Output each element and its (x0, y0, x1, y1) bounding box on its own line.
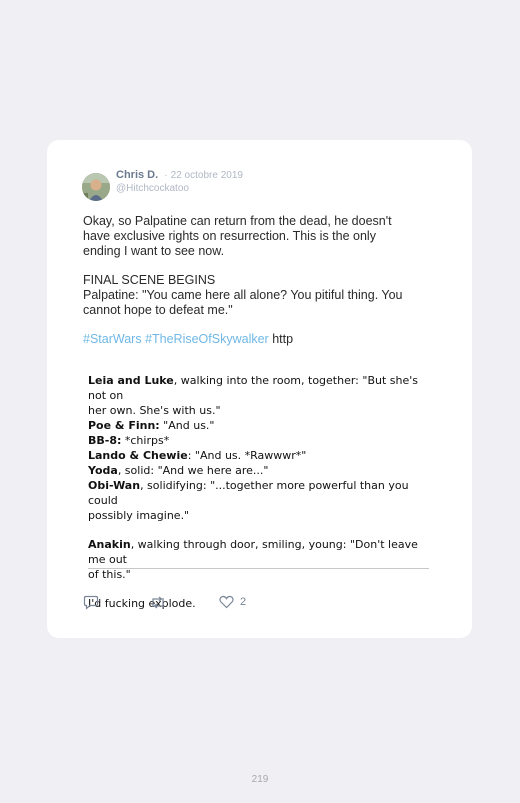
hashtag-theriseofskywalker[interactable]: #TheRiseOfSkywalker (145, 332, 269, 346)
avatar[interactable] (82, 173, 110, 201)
tweet-line: cannot hope to defeat me." (83, 303, 233, 317)
quote-text: , walking into the room, together: (173, 374, 363, 387)
reply-button[interactable] (83, 595, 99, 610)
tweet-line: ending I want to see now. (83, 244, 225, 258)
quote-text: : "And us. *Rawwwr*" (187, 449, 307, 462)
reply-icon (83, 595, 99, 610)
quote-text: , solid: "And we here are..." (117, 464, 269, 477)
quote-line: her own. She's with us." (88, 403, 428, 418)
tweet-card: Chris D. · 22 octobre 2019 @Hitchcockato… (47, 140, 472, 638)
retweet-icon (149, 595, 167, 610)
quote-speaker: Leia and Luke (88, 374, 174, 387)
quote-line: Anakin, walking through door, smiling, y… (88, 537, 428, 567)
quote-speaker: Yoda (88, 464, 118, 477)
tweet-paragraph: FINAL SCENE BEGINS Palpatine: "You came h… (83, 273, 443, 318)
author-name-row: Chris D. · 22 octobre 2019 (116, 169, 243, 181)
tweet-date[interactable]: 22 octobre 2019 (171, 170, 243, 181)
author-handle[interactable]: @Hitchcockatoo (116, 183, 189, 194)
tweet-link[interactable]: http (272, 332, 293, 346)
quote-text: , walking through door, smiling, young: … (88, 538, 418, 566)
divider (88, 568, 429, 569)
tweet-tags-line: #StarWars #TheRiseOfSkywalker http (83, 332, 443, 347)
page-number: 219 (251, 774, 269, 785)
separator: · (164, 170, 168, 181)
quote-text: "And us." (159, 419, 215, 432)
quote-speaker: BB-8: (88, 434, 122, 447)
quote-line: of this." (88, 567, 428, 582)
like-button[interactable]: 2 (219, 595, 246, 609)
author-name[interactable]: Chris D. (116, 169, 158, 181)
hashtag-starwars[interactable]: #StarWars (83, 332, 142, 346)
quote-text: her own. She's with us." (88, 404, 221, 417)
quote-speaker: Obi-Wan (88, 479, 141, 492)
embedded-image-text: Leia and Luke, walking into the room, to… (88, 373, 428, 611)
tweet-line: FINAL SCENE BEGINS (83, 273, 216, 287)
tweet-line: Okay, so Palpatine can return from the d… (83, 214, 392, 228)
quote-gap (88, 523, 428, 537)
quote-line: Yoda, solid: "And we here are..." (88, 463, 428, 478)
like-count: 2 (240, 596, 247, 608)
tweet-text: Okay, so Palpatine can return from the d… (83, 214, 443, 361)
tweet-actions: 2 (83, 595, 283, 611)
tweet-paragraph: Okay, so Palpatine can return from the d… (83, 214, 443, 259)
retweet-button[interactable] (149, 595, 167, 610)
tweet-line: have exclusive rights on resurrection. T… (83, 229, 376, 243)
quote-line: BB-8: *chirps* (88, 433, 428, 448)
quote-text: *chirps* (121, 434, 170, 447)
quote-line: possibly imagine." (88, 508, 428, 523)
quote-speaker: Anakin (88, 538, 131, 551)
quote-line: Poe & Finn: "And us." (88, 418, 428, 433)
tweet-line: Palpatine: "You came here all alone? You… (83, 288, 403, 302)
quote-speaker: Lando & Chewie (88, 449, 188, 462)
quote-line: Obi-Wan, solidifying: "...together more … (88, 478, 428, 508)
heart-icon (219, 595, 234, 609)
quote-text: possibly imagine." (88, 509, 190, 522)
quote-speaker: Poe & Finn: (88, 419, 160, 432)
quote-line: Leia and Luke, walking into the room, to… (88, 373, 428, 403)
quote-line: Lando & Chewie: "And us. *Rawwwr*" (88, 448, 428, 463)
quote-gap (88, 582, 428, 596)
quote-text: of this." (88, 568, 131, 581)
